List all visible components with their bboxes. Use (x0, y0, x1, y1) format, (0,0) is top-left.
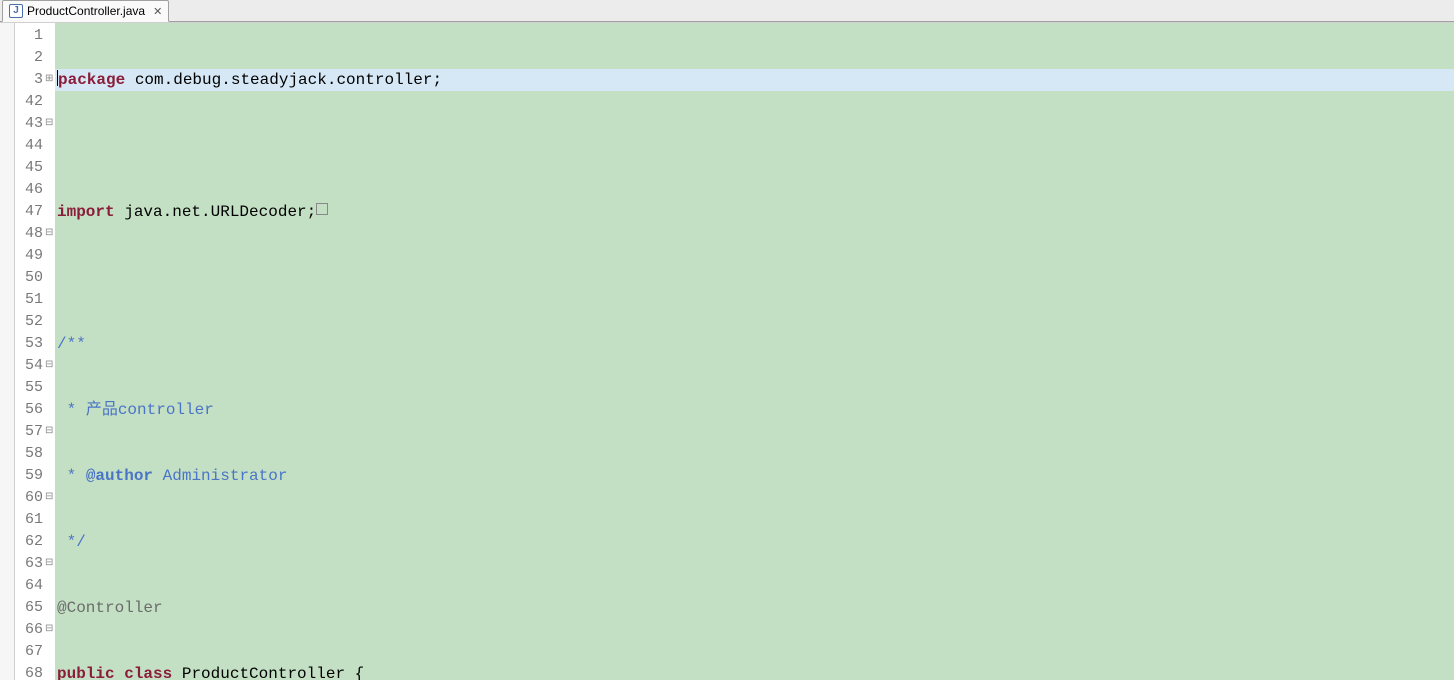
fold-collapse-icon[interactable]: ⊟ (45, 487, 53, 509)
line-number[interactable]: 49 (15, 245, 55, 267)
code-line: import java.net.URLDecoder; (55, 201, 1454, 223)
line-number[interactable]: 54⊟ (15, 355, 55, 377)
line-number[interactable]: 63⊟ (15, 553, 55, 575)
code-line (55, 267, 1454, 289)
code-line: public class ProductController { (55, 663, 1454, 680)
line-number[interactable]: 66⊟ (15, 619, 55, 641)
line-number[interactable]: 2 (15, 47, 55, 69)
fold-collapse-icon[interactable]: ⊟ (45, 421, 53, 443)
line-number[interactable]: 43⊟ (15, 113, 55, 135)
line-number[interactable]: 61 (15, 509, 55, 531)
line-number-gutter[interactable]: 123⊞4243⊟4445464748⊟495051525354⊟555657⊟… (15, 23, 55, 680)
tab-title: ProductController.java (27, 4, 145, 18)
java-file-icon (9, 4, 23, 18)
fold-collapse-icon[interactable]: ⊟ (45, 553, 53, 575)
code-line: * @author Administrator (55, 465, 1454, 487)
editor-tab-bar: ProductController.java ✕ (0, 0, 1454, 22)
line-number[interactable]: 58 (15, 443, 55, 465)
editor-tab-productcontroller[interactable]: ProductController.java ✕ (2, 0, 169, 22)
code-line: */ (55, 531, 1454, 553)
close-icon[interactable]: ✕ (153, 5, 162, 18)
line-number[interactable]: 68 (15, 663, 55, 680)
line-number[interactable]: 50 (15, 267, 55, 289)
folded-region-icon[interactable] (316, 203, 328, 215)
line-number[interactable]: 45 (15, 157, 55, 179)
line-number[interactable]: 55 (15, 377, 55, 399)
line-number[interactable]: 3⊞ (15, 69, 55, 91)
line-number[interactable]: 57⊟ (15, 421, 55, 443)
line-number[interactable]: 46 (15, 179, 55, 201)
line-number[interactable]: 64 (15, 575, 55, 597)
line-number[interactable]: 47 (15, 201, 55, 223)
code-editor[interactable]: 123⊞4243⊟4445464748⊟495051525354⊟555657⊟… (0, 22, 1454, 680)
line-number[interactable]: 52 (15, 311, 55, 333)
line-number[interactable]: 59 (15, 465, 55, 487)
fold-collapse-icon[interactable]: ⊟ (45, 619, 53, 641)
code-line: * 产品controller (55, 399, 1454, 421)
fold-expand-icon[interactable]: ⊞ (45, 69, 53, 91)
code-area[interactable]: package com.debug.steadyjack.controller;… (55, 23, 1454, 680)
line-number[interactable]: 67 (15, 641, 55, 663)
fold-collapse-icon[interactable]: ⊟ (45, 223, 53, 245)
fold-collapse-icon[interactable]: ⊟ (45, 355, 53, 377)
line-number[interactable]: 62 (15, 531, 55, 553)
code-line: /** (55, 333, 1454, 355)
code-line: @Controller (55, 597, 1454, 619)
line-number[interactable]: 53 (15, 333, 55, 355)
marker-bar (0, 23, 15, 680)
line-number[interactable]: 56 (15, 399, 55, 421)
fold-collapse-icon[interactable]: ⊟ (45, 113, 53, 135)
line-number[interactable]: 42 (15, 91, 55, 113)
line-number[interactable]: 48⊟ (15, 223, 55, 245)
line-number[interactable]: 60⊟ (15, 487, 55, 509)
line-number[interactable]: 51 (15, 289, 55, 311)
line-number[interactable]: 65 (15, 597, 55, 619)
line-number[interactable]: 1 (15, 25, 55, 47)
code-line (55, 135, 1454, 157)
line-number[interactable]: 44 (15, 135, 55, 157)
code-line: package com.debug.steadyjack.controller; (55, 69, 1454, 91)
